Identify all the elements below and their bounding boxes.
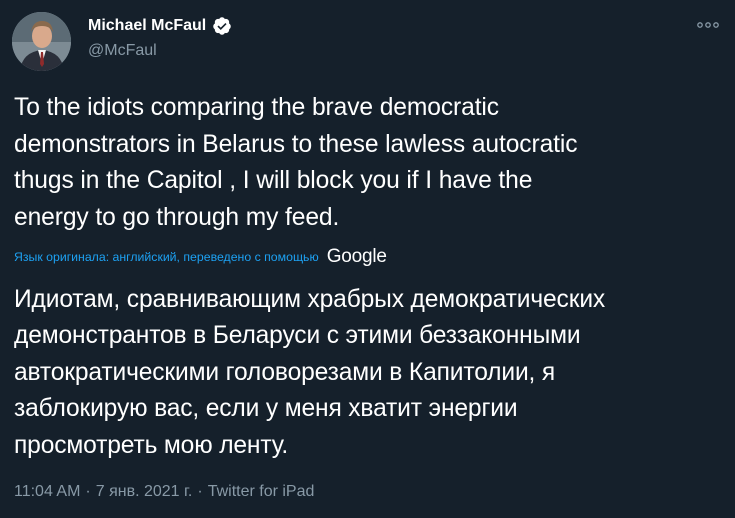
author-display-name[interactable]: Michael McFaul: [88, 15, 206, 37]
translation-note-link[interactable]: Язык оригинала: английский, переведено с…: [14, 250, 319, 264]
more-options-icon[interactable]: [695, 16, 721, 34]
tweet-source[interactable]: Twitter for iPad: [208, 481, 315, 503]
avatar-portrait: [12, 12, 71, 71]
author-handle[interactable]: @McFaul: [88, 41, 157, 61]
translated-text: Идиотам, сравнивающим храбрых демократич…: [14, 286, 606, 459]
meta-separator: ·: [197, 483, 203, 500]
verified-badge-icon: [212, 16, 232, 36]
author-name-row[interactable]: Michael McFaul: [88, 15, 232, 37]
meta-separator: ·: [85, 483, 91, 500]
tweet-text: To the idiots comparing the brave democr…: [14, 94, 578, 231]
google-logo: Google: [326, 246, 387, 267]
tweet-time[interactable]: 11:04 AM: [14, 481, 80, 503]
translation-attribution: Язык оригинала: английский, переведено с…: [14, 245, 387, 269]
tweet-meta: 11:04 AM · 7 янв. 2021 г. · Twitter for …: [14, 481, 314, 503]
tweet-card: Michael McFaul @McFaul To the idiots com…: [0, 0, 735, 518]
avatar[interactable]: [12, 12, 71, 71]
tweet-date[interactable]: 7 янв. 2021 г.: [96, 481, 193, 503]
